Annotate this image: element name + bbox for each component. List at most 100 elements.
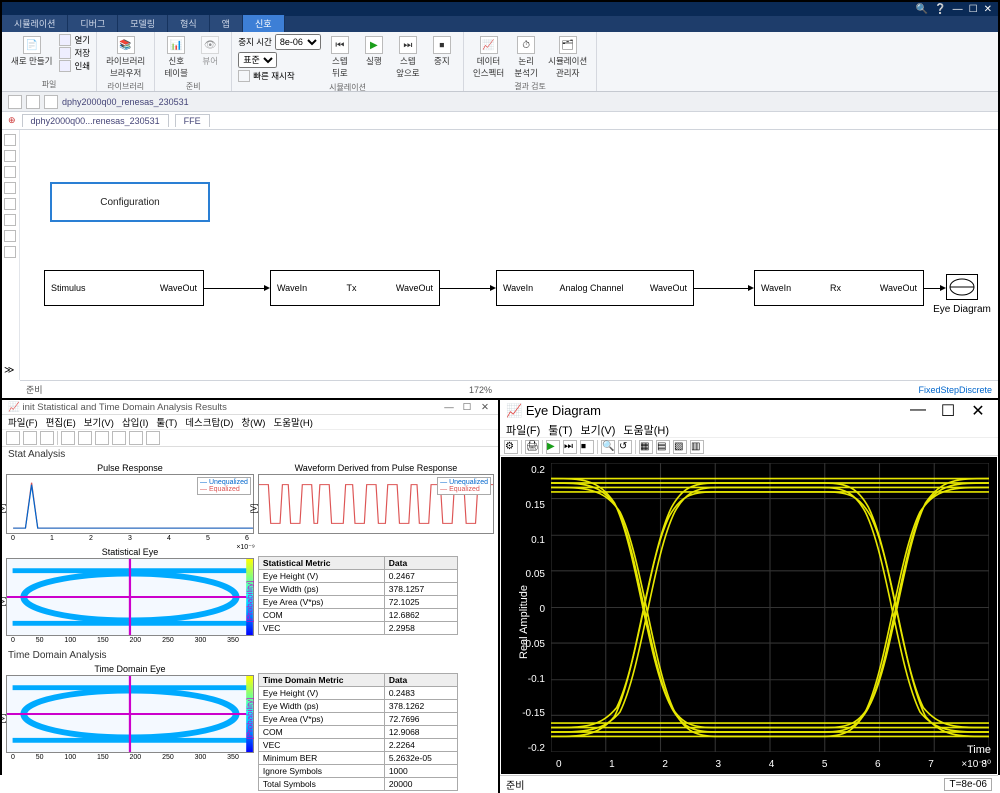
menu-tools[interactable]: 툴(T) (548, 422, 572, 438)
stateye-plot[interactable]: [V] [Probability] 050100150200250300350 (6, 558, 254, 636)
run-button[interactable]: ▶실행 (359, 34, 389, 69)
editor-tab-ffe[interactable]: FFE (175, 114, 210, 127)
close-icon[interactable]: ✕ (984, 4, 992, 15)
step-icon[interactable]: ⏭ (563, 440, 577, 454)
tool-fit-icon[interactable] (4, 166, 16, 178)
block-tx[interactable]: WaveInTxWaveOut (270, 270, 440, 306)
menu-tools[interactable]: 툴(T) (156, 415, 177, 429)
group-file: 파일 (8, 79, 90, 91)
save-button[interactable]: 저장 (59, 47, 90, 59)
new-button[interactable]: 📄새로 만들기 (8, 34, 55, 69)
tb-print-icon[interactable] (40, 431, 54, 445)
model-path[interactable]: dphy2000q00_renesas_230531 (62, 97, 189, 107)
tool-explorer-icon[interactable] (4, 134, 16, 146)
model-canvas[interactable]: Configuration StimulusWaveOut WaveInTxWa… (20, 130, 998, 380)
minimize-icon[interactable]: — (953, 4, 963, 15)
block-stimulus[interactable]: StimulusWaveOut (44, 270, 204, 306)
menu-window[interactable]: 창(W) (241, 415, 265, 429)
menu-file[interactable]: 파일(F) (8, 415, 38, 429)
tool-image-icon[interactable] (4, 230, 16, 242)
layout4-icon[interactable]: ▥ (690, 440, 704, 454)
tab-modeling[interactable]: 모델링 (118, 15, 168, 32)
fastrestart-button[interactable]: 빠른 재시작 (253, 70, 294, 82)
menu-help[interactable]: 도움말(H) (623, 422, 669, 438)
tab-app[interactable]: 앱 (210, 15, 243, 32)
layout3-icon[interactable]: ▧ (673, 440, 687, 454)
help-icon[interactable]: ❔ (934, 4, 946, 15)
max-icon[interactable]: ☐ (934, 401, 962, 421)
tool-pan-icon[interactable] (4, 182, 16, 194)
zoomin-icon[interactable]: 🔍 (601, 440, 615, 454)
search-icon[interactable]: 🔍 (916, 4, 928, 15)
eye-scope[interactable]: Real Amplitude 0.20.150.10.050-0.05-0.1-… (501, 457, 997, 774)
stepback-button[interactable]: ⏮스텝 뒤로 (325, 34, 355, 81)
menu-view[interactable]: 보기(V) (84, 415, 114, 429)
open-button[interactable]: 열기 (59, 34, 90, 46)
maximize-icon[interactable]: ☐ (969, 4, 978, 15)
menu-file[interactable]: 파일(F) (506, 422, 540, 438)
tab-simulation[interactable]: 시뮬레이션 (2, 15, 68, 32)
datainspector-button[interactable]: 📈데이터 인스펙터 (470, 34, 507, 81)
min-icon[interactable]: — (904, 401, 932, 421)
tab-format[interactable]: 형식 (168, 15, 210, 32)
up-icon[interactable] (44, 95, 58, 109)
mode-select[interactable]: 표준 (238, 52, 277, 68)
block-configuration[interactable]: Configuration (50, 182, 210, 222)
fwd-icon[interactable] (26, 95, 40, 109)
tab-signal[interactable]: 신호 (243, 15, 285, 32)
tool-annotate-icon[interactable] (4, 198, 16, 210)
max-icon[interactable]: ☐ (460, 401, 474, 413)
tb-new-icon[interactable] (6, 431, 20, 445)
play-icon[interactable]: ▶ (546, 440, 560, 454)
simmanager-button[interactable]: 🗂시뮬레이션 관리자 (545, 34, 590, 81)
stop-button[interactable]: ⏹중지 (427, 34, 457, 69)
tb-rotate-icon[interactable] (112, 431, 126, 445)
group-prep: 준비 (161, 81, 225, 93)
stoptime-select[interactable]: 8e-06 (275, 34, 321, 50)
block-analog-channel[interactable]: WaveInAnalog ChannelWaveOut (496, 270, 694, 306)
tb-save-icon[interactable] (23, 431, 37, 445)
stop2-icon[interactable]: ⏹ (580, 440, 594, 454)
print-icon[interactable]: 🖨 (525, 440, 539, 454)
tool-shape-icon[interactable] (4, 214, 16, 226)
viewer-button[interactable]: 👁뷰어 (195, 34, 225, 69)
group-results: 결과 검토 (470, 81, 590, 93)
close-icon[interactable]: ✕ (478, 401, 492, 413)
tool-comment-icon[interactable] (4, 246, 16, 258)
gear-icon[interactable]: ⚙ (504, 440, 518, 454)
stepforward-button[interactable]: ⏭스텝 앞으로 (393, 34, 423, 81)
stoptime-label: 중지 시간 (238, 36, 272, 48)
quick-toolbar: dphy2000q00_renesas_230531 (2, 92, 998, 112)
library-browser-button[interactable]: 📚라이브러리 브라우저 (103, 34, 148, 81)
pulse-plot[interactable]: [V] — Unequalized— Equalized 0123456 ×10… (6, 474, 254, 534)
editor-tab-model[interactable]: dphy2000q00...renesas_230531 (22, 114, 169, 127)
timeeye-plot[interactable]: [V] [Probability] 050100150200250300350 (6, 675, 254, 753)
back-icon[interactable] (8, 95, 22, 109)
zoomreset-icon[interactable]: ↺ (618, 440, 632, 454)
model-canvas-area: ≫ Configuration StimulusWaveOut WaveInTx… (2, 130, 998, 398)
signal-table-button[interactable]: 📊신호 테이블 (161, 34, 191, 81)
print-button[interactable]: 인쇄 (59, 60, 90, 72)
menu-view[interactable]: 보기(V) (580, 422, 615, 438)
close-icon[interactable]: ✕ (964, 401, 992, 421)
menu-desktop[interactable]: 데스크탑(D) (185, 415, 233, 429)
menu-insert[interactable]: 삽입(I) (122, 415, 148, 429)
layout1-icon[interactable]: ▦ (639, 440, 653, 454)
logicanalyzer-button[interactable]: ⏱논리 분석기 (511, 34, 541, 81)
min-icon[interactable]: — (442, 401, 456, 413)
block-eye-diagram[interactable] (946, 274, 978, 300)
tool-zoom-icon[interactable] (4, 150, 16, 162)
analysis-menubar: 파일(F) 편집(E) 보기(V) 삽입(I) 툴(T) 데스크탑(D) 창(W… (2, 415, 498, 430)
menu-edit[interactable]: 편집(E) (46, 415, 76, 429)
tb-data-icon[interactable] (129, 431, 143, 445)
eye-yticks: 0.20.150.10.050-0.05-0.1-0.15-0.2 (507, 465, 545, 754)
tb-pan-icon[interactable] (95, 431, 109, 445)
tb-cursor-icon[interactable] (61, 431, 75, 445)
block-rx[interactable]: WaveInRxWaveOut (754, 270, 924, 306)
layout2-icon[interactable]: ▤ (656, 440, 670, 454)
menu-help[interactable]: 도움말(H) (273, 415, 312, 429)
tab-debug[interactable]: 디버그 (68, 15, 118, 32)
tb-brush-icon[interactable] (146, 431, 160, 445)
tb-zoom-icon[interactable] (78, 431, 92, 445)
waveform-plot[interactable]: [V] — Unequalized— Equalized (258, 474, 494, 534)
